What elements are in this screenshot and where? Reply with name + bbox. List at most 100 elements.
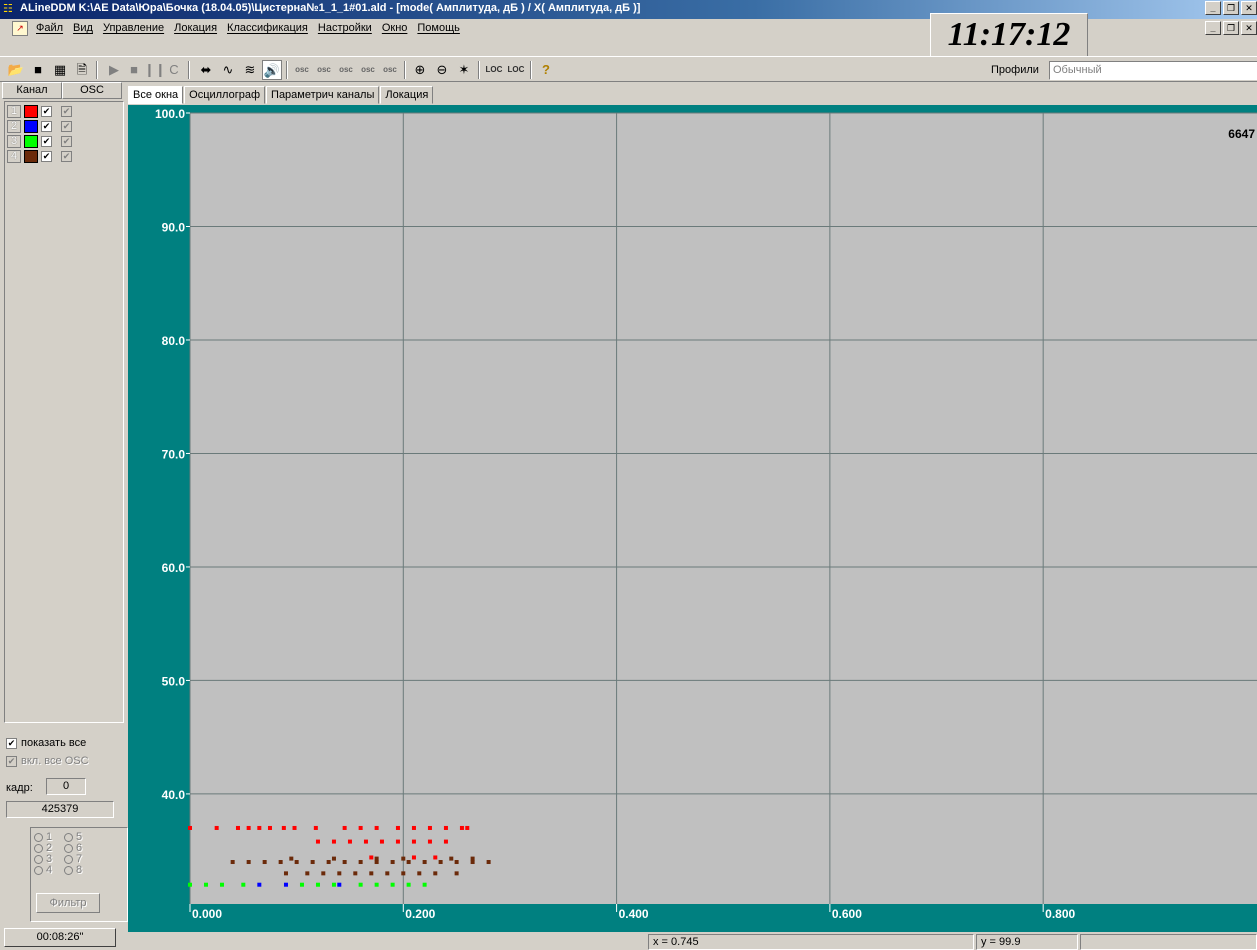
channel-visible-checkbox[interactable]: ✔: [41, 135, 52, 147]
channel-radio[interactable]: 4: [34, 864, 52, 876]
status-extra: [1080, 934, 1257, 950]
show-all-option[interactable]: ✔ показать все: [6, 737, 86, 749]
close-icon[interactable]: ✕: [1241, 1, 1257, 15]
restore-icon[interactable]: ❐: [1223, 1, 1239, 15]
osc-back-icon[interactable]: osc: [358, 60, 378, 80]
channel-row[interactable]: 3 ✔ ✔: [7, 134, 72, 148]
channel-visible-checkbox[interactable]: ✔: [41, 150, 52, 162]
data-point: [422, 860, 427, 865]
menu-item[interactable]: Окно: [382, 22, 408, 34]
waveform-filter-icon[interactable]: ≋: [240, 60, 260, 80]
radio-circle-icon[interactable]: [64, 854, 73, 864]
osc-record-icon[interactable]: osc: [336, 60, 356, 80]
table-icon[interactable]: ▦: [50, 60, 70, 80]
help-icon[interactable]: ?: [536, 60, 556, 80]
kadr-field[interactable]: 0: [46, 778, 86, 795]
data-point: [305, 871, 310, 876]
data-point: [369, 871, 374, 876]
stop-square-icon[interactable]: ■: [28, 60, 48, 80]
c-icon[interactable]: C: [164, 60, 184, 80]
menu-item[interactable]: Настройки: [318, 22, 372, 34]
mdi-close-icon[interactable]: ✕: [1241, 21, 1257, 35]
osc-forward-icon[interactable]: osc: [380, 60, 400, 80]
data-point: [454, 860, 459, 865]
speaker-icon[interactable]: 🔊: [262, 60, 282, 80]
tab[interactable]: Параметрич каналы: [266, 86, 380, 104]
channel-osc-checkbox[interactable]: ✔: [61, 150, 72, 162]
y-tick-label: 90.0: [162, 220, 186, 234]
menu-item[interactable]: Вид: [73, 22, 93, 34]
channel-radio[interactable]: 8: [64, 864, 82, 876]
osc-header[interactable]: OSC: [62, 82, 122, 99]
data-point: [374, 856, 379, 861]
menu-item[interactable]: Помощь: [417, 22, 460, 34]
mdi-restore-icon[interactable]: ❐: [1223, 21, 1239, 35]
waveform-icon[interactable]: ∿: [218, 60, 238, 80]
show-all-checkbox[interactable]: ✔: [6, 737, 17, 749]
radio-circle-icon[interactable]: [34, 865, 43, 875]
radio-circle-icon[interactable]: [64, 843, 73, 853]
data-point: [281, 825, 286, 830]
data-point: [363, 839, 368, 844]
channel-color-swatch[interactable]: [24, 149, 38, 163]
zoom-out-icon[interactable]: ⊖: [432, 60, 452, 80]
document-window-icon[interactable]: ↗: [12, 21, 28, 36]
tab[interactable]: Осциллограф: [184, 86, 266, 104]
channel-osc-checkbox[interactable]: ✔: [61, 135, 72, 147]
plot-background: [190, 113, 1257, 904]
channel-osc-checkbox[interactable]: ✔: [61, 120, 72, 132]
channel-color-swatch[interactable]: [24, 104, 38, 118]
open-icon[interactable]: 📂: [6, 60, 26, 80]
amplitude-scatter-plot[interactable]: 100.0 90.0 80.0 70.0 60.0 50.0 40.0 0.000 0.200 0…: [128, 105, 1257, 932]
x-tick-label: 0.000: [192, 907, 222, 921]
radio-circle-icon[interactable]: [64, 865, 73, 875]
data-point: [283, 882, 288, 887]
tab[interactable]: Локация: [380, 86, 434, 104]
data-point: [289, 856, 294, 861]
channel-row[interactable]: 1 ✔ ✔: [7, 104, 72, 118]
stop-icon[interactable]: ■: [124, 60, 144, 80]
radio-circle-icon[interactable]: [34, 843, 43, 853]
menu-item[interactable]: Файл: [36, 22, 63, 34]
tab[interactable]: Все окна: [128, 86, 184, 104]
mdi-minimize-icon[interactable]: _: [1205, 21, 1221, 35]
data-point: [459, 825, 464, 830]
filter-button[interactable]: Фильтр: [36, 893, 100, 913]
channel-osc-checkbox[interactable]: ✔: [61, 105, 72, 117]
data-point: [390, 882, 395, 887]
radio-circle-icon[interactable]: [34, 832, 43, 842]
radio-circle-icon[interactable]: [64, 832, 73, 842]
toolbar-separator: [478, 61, 480, 79]
channel-color-swatch[interactable]: [24, 134, 38, 148]
app-logo-icon[interactable]: ☷: [3, 2, 18, 16]
enable-all-osc-option[interactable]: ✔ вкл. все OSC: [6, 755, 89, 767]
zoom-in-icon[interactable]: ⊕: [410, 60, 430, 80]
pause-icon[interactable]: ❙❙: [144, 60, 166, 80]
y-tick-label: 40.0: [162, 788, 186, 802]
menu-item[interactable]: Управление: [103, 22, 164, 34]
plug-icon[interactable]: ⬌: [196, 60, 216, 80]
profiles-select[interactable]: Обычный: [1049, 61, 1257, 80]
minimize-icon[interactable]: _: [1205, 1, 1221, 15]
channel-visible-checkbox[interactable]: ✔: [41, 105, 52, 117]
channel-color-swatch[interactable]: [24, 119, 38, 133]
osc-stop-icon[interactable]: osc: [314, 60, 334, 80]
channel-visible-checkbox[interactable]: ✔: [41, 120, 52, 132]
data-point: [401, 856, 406, 861]
enable-all-osc-checkbox[interactable]: ✔: [6, 755, 17, 767]
menu-item[interactable]: Локация: [174, 22, 217, 34]
document-icon[interactable]: 🗎: [72, 60, 92, 80]
data-point: [454, 871, 459, 876]
channel-row[interactable]: 4 ✔ ✔: [7, 149, 72, 163]
pin-icon[interactable]: ✶: [454, 60, 474, 80]
menu-item[interactable]: Классификация: [227, 22, 308, 34]
chart-area[interactable]: 100.0 90.0 80.0 70.0 60.0 50.0 40.0 0.000 0.200 0…: [128, 105, 1257, 932]
channel-header[interactable]: Канал: [2, 82, 62, 99]
osc-play-icon[interactable]: osc: [292, 60, 312, 80]
play-icon[interactable]: ▶: [104, 60, 124, 80]
channel-row[interactable]: 2 ✔ ✔: [7, 119, 72, 133]
data-point: [294, 860, 299, 865]
loc-refresh-icon[interactable]: LOC: [506, 60, 526, 80]
radio-circle-icon[interactable]: [34, 854, 43, 864]
loc-check-icon[interactable]: LOC: [484, 60, 504, 80]
